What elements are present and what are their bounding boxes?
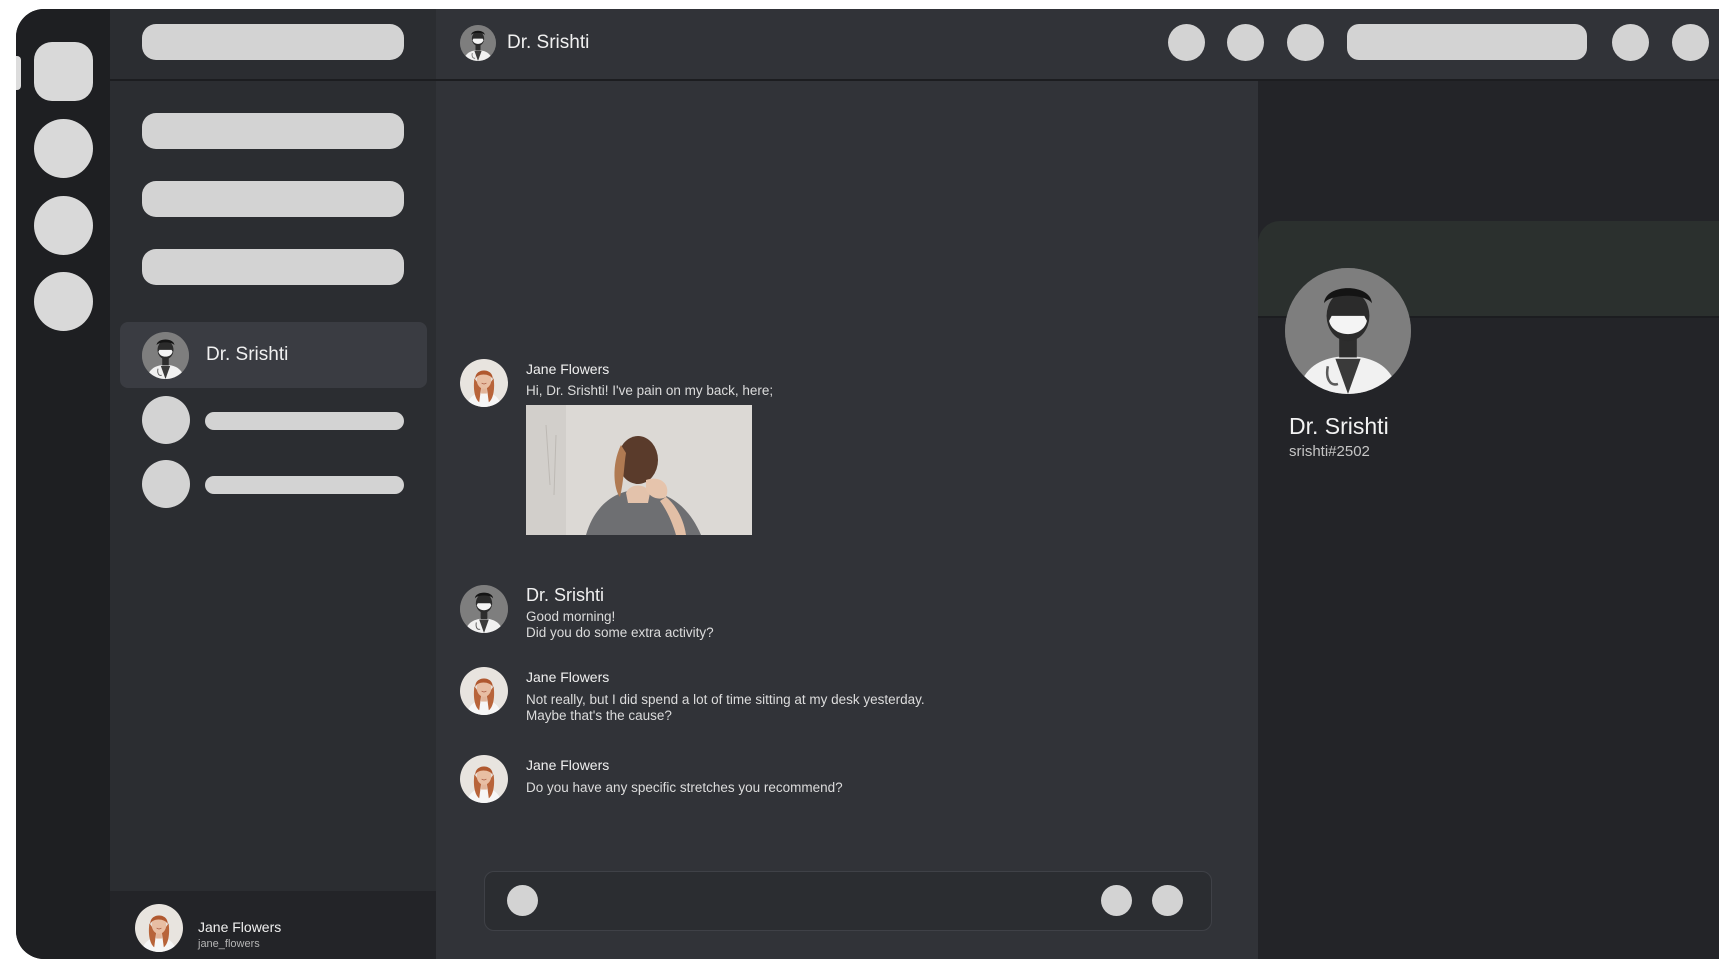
doctor-avatar-icon: [1285, 268, 1411, 394]
app-window: Dr. Srishti Jane Flowers jane_flowers Dr…: [16, 9, 1719, 959]
video-call-button[interactable]: [1227, 24, 1264, 61]
inbox-button[interactable]: [1612, 24, 1649, 61]
message-text: Do you have any specific stretches you r…: [526, 780, 843, 795]
message-text: Hi, Dr. Srishti! I've pain on my back, h…: [526, 383, 774, 398]
patient-avatar-icon[interactable]: [135, 904, 183, 952]
user-panel: Jane Flowers jane_flowers: [110, 891, 436, 959]
server-button[interactable]: [34, 196, 93, 255]
current-user-name: Jane Flowers: [198, 919, 282, 935]
profile-name: Dr. Srishti: [1289, 413, 1389, 439]
dm-avatar-placeholder: [142, 396, 190, 444]
server-button[interactable]: [34, 119, 93, 178]
dm-name-placeholder: [205, 412, 404, 430]
doctor-avatar-icon: [460, 25, 496, 61]
sidebar-nav-item[interactable]: [142, 181, 404, 217]
help-button[interactable]: [1672, 24, 1709, 61]
home-server-button[interactable]: [34, 42, 93, 101]
message-text: Good morning!: [526, 609, 616, 624]
back-pain-photo[interactable]: [526, 405, 752, 535]
doctor-avatar-icon: [142, 332, 189, 379]
chat-header: Dr. Srishti: [436, 9, 1719, 81]
search-input[interactable]: [1347, 24, 1587, 60]
call-button[interactable]: [1168, 24, 1205, 61]
attach-button[interactable]: [507, 885, 538, 916]
dm-item[interactable]: [142, 396, 442, 444]
message-text: Maybe that's the cause?: [526, 708, 672, 723]
message-author[interactable]: Jane Flowers: [526, 757, 609, 773]
sidebar-header: [110, 9, 436, 81]
server-button[interactable]: [34, 272, 93, 331]
channel-title: Dr. Srishti: [507, 32, 590, 53]
pinned-messages-button[interactable]: [1287, 24, 1324, 61]
current-user-username: jane_flowers: [198, 938, 260, 950]
dm-name-placeholder: [205, 476, 404, 494]
sidebar-nav-item[interactable]: [142, 113, 404, 149]
message-author[interactable]: Dr. Srishti: [526, 585, 604, 606]
message-text: Not really, but I did spend a lot of tim…: [526, 692, 925, 707]
doctor-avatar-icon[interactable]: [460, 585, 508, 633]
dm-item-dr-srishti[interactable]: Dr. Srishti: [120, 322, 427, 388]
dm-item-label: Dr. Srishti: [206, 344, 289, 365]
patient-avatar-icon[interactable]: [460, 667, 508, 715]
message-author[interactable]: Jane Flowers: [526, 669, 609, 685]
message-text: Did you do some extra activity?: [526, 625, 714, 640]
dm-sidebar: Dr. Srishti Jane Flowers jane_flowers: [110, 9, 436, 959]
profile-tag: srishti#2502: [1289, 443, 1370, 460]
sidebar-nav-item[interactable]: [142, 249, 404, 285]
find-conversation-button[interactable]: [142, 24, 404, 60]
message-author[interactable]: Jane Flowers: [526, 361, 609, 377]
patient-avatar-icon[interactable]: [460, 755, 508, 803]
dm-avatar-placeholder: [142, 460, 190, 508]
gif-button[interactable]: [1101, 885, 1132, 916]
emoji-button[interactable]: [1152, 885, 1183, 916]
patient-avatar-icon[interactable]: [460, 359, 508, 407]
server-rail: [16, 9, 110, 959]
profile-panel: Dr. Srishti srishti#2502: [1258, 81, 1719, 959]
active-server-indicator: [16, 56, 21, 90]
message-list: Jane Flowers Hi, Dr. Srishti! I've pain …: [436, 81, 1258, 959]
dm-item[interactable]: [142, 460, 442, 508]
message-composer[interactable]: [484, 871, 1212, 931]
